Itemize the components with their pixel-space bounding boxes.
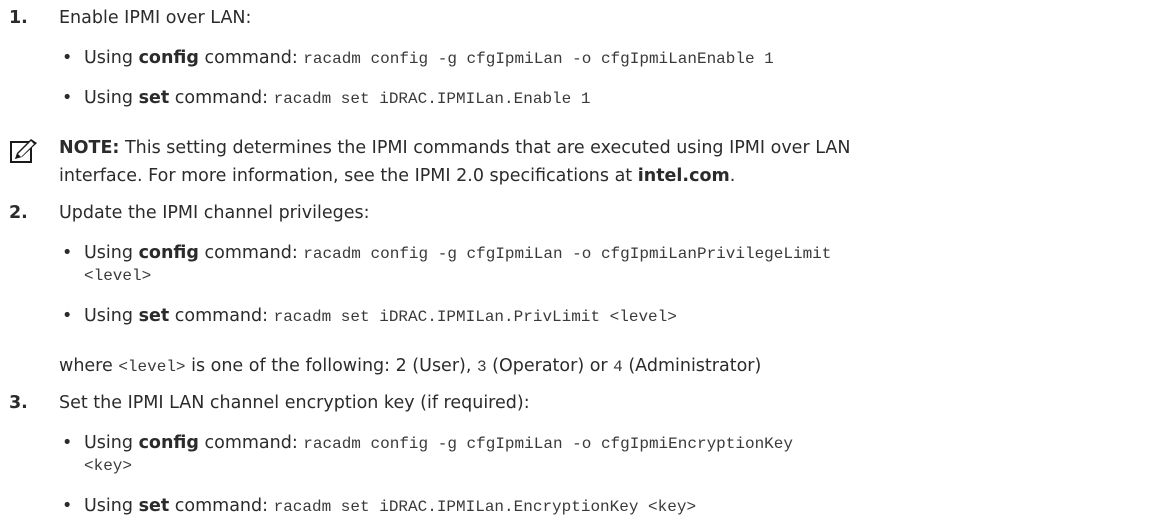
- step-2-config-item: Using config command: racadm config -g c…: [84, 243, 832, 263]
- bullet-marker: •: [62, 243, 73, 263]
- step-3-set-item: Using set command: racadm set iDRAC.IPMI…: [84, 496, 697, 516]
- privilege-levels-text: where <level> is one of the following: 2…: [59, 356, 762, 376]
- code-config-encryption-cont: <key>: [84, 457, 133, 475]
- code-set-enable: racadm set iDRAC.IPMILan.Enable 1: [273, 90, 591, 108]
- bullet-marker: •: [62, 433, 73, 453]
- step-1-number: 1.: [9, 8, 28, 28]
- code-config-encryption: racadm config -g cfgIpmiLan -o cfgIpmiEn…: [303, 435, 793, 453]
- step-2-number: 2.: [9, 203, 28, 223]
- bullet-marker: •: [62, 48, 73, 68]
- step-2-text: Update the IPMI channel privileges:: [59, 203, 370, 223]
- code-config-privilege-cont: <level>: [84, 267, 152, 285]
- step-1-text: Enable IPMI over LAN:: [59, 8, 252, 28]
- code-set-encryption: racadm set iDRAC.IPMILan.EncryptionKey <…: [273, 498, 697, 516]
- note-label: NOTE:: [59, 138, 120, 158]
- pencil-note-icon: [10, 139, 37, 163]
- code-config-privilege: racadm config -g cfgIpmiLan -o cfgIpmiLa…: [303, 245, 832, 263]
- note-line-2: interface. For more information, see the…: [59, 166, 736, 186]
- note-line-1: NOTE: This setting determines the IPMI c…: [59, 138, 851, 158]
- intel-link[interactable]: intel.com: [638, 166, 730, 186]
- step-3-text: Set the IPMI LAN channel encryption key …: [59, 393, 530, 413]
- step-2-set-item: Using set command: racadm set iDRAC.IPMI…: [84, 306, 677, 326]
- bullet-marker: •: [62, 306, 73, 326]
- bullet-marker: •: [62, 496, 73, 516]
- step-3-config-item: Using config command: racadm config -g c…: [84, 433, 793, 453]
- step-1-set-item: Using set command: racadm set iDRAC.IPMI…: [84, 88, 591, 108]
- code-config-enable: racadm config -g cfgIpmiLan -o cfgIpmiLa…: [303, 50, 774, 68]
- code-set-privilege: racadm set iDRAC.IPMILan.PrivLimit <leve…: [273, 308, 677, 326]
- step-1-config-item: Using config command: racadm config -g c…: [84, 48, 774, 68]
- bullet-marker: •: [62, 88, 73, 108]
- document-page: 1. Enable IPMI over LAN: • Using config …: [0, 0, 1164, 532]
- step-3-number: 3.: [9, 393, 28, 413]
